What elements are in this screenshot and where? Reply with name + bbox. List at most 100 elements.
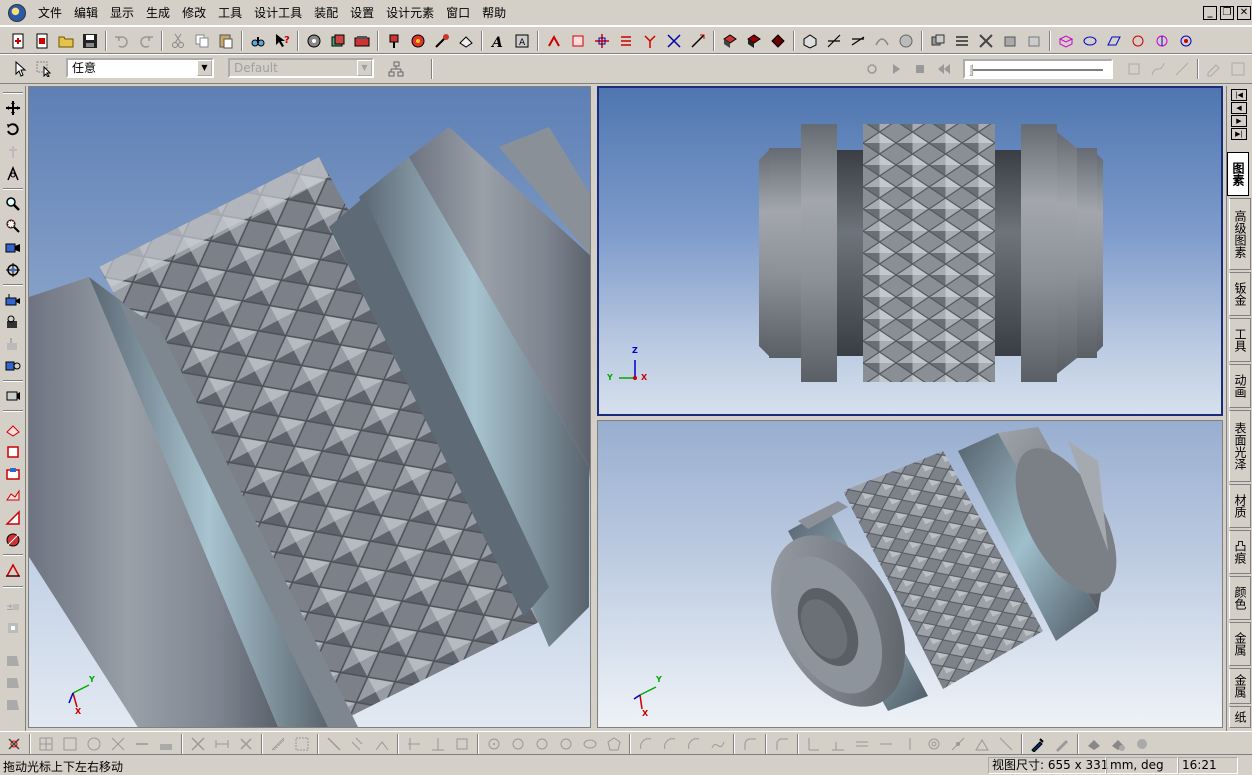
stop-icon[interactable] — [910, 59, 930, 79]
help-pointer-icon[interactable]: ? — [272, 31, 292, 51]
tab-shapes[interactable]: 图素 — [1227, 152, 1249, 196]
zoom-icon[interactable] — [3, 194, 23, 214]
sketch-extend-icon[interactable] — [132, 734, 152, 754]
anim-key-icon[interactable] — [1124, 59, 1144, 79]
menu-generate[interactable]: 生成 — [140, 3, 176, 23]
selection-filter-select[interactable]: 任意 ▼ — [66, 58, 214, 78]
save-icon[interactable] — [80, 31, 100, 51]
anim-path-icon[interactable] — [1148, 59, 1168, 79]
move-icon[interactable] — [592, 31, 612, 51]
sketch-polygon-icon[interactable] — [604, 734, 624, 754]
anim-edit-icon[interactable] — [1204, 59, 1224, 79]
sketch-ellipse-icon[interactable] — [580, 734, 600, 754]
texture-icon[interactable] — [408, 31, 428, 51]
box-select-icon[interactable] — [34, 59, 54, 79]
sketch-polyline-icon[interactable] — [372, 734, 392, 754]
paint-icon[interactable] — [384, 31, 404, 51]
sketch-cross-icon[interactable] — [188, 734, 208, 754]
tab-metal-textures[interactable]: 金属纹理 — [1229, 668, 1251, 704]
sketch-triball-icon[interactable] — [4, 734, 24, 754]
hierarchy-icon[interactable] — [386, 59, 406, 79]
triball-icon[interactable] — [568, 31, 588, 51]
split-icon[interactable] — [952, 31, 972, 51]
pen-icon[interactable] — [1052, 734, 1072, 754]
menu-file[interactable]: 文件 — [32, 3, 68, 23]
orbit-icon[interactable] — [3, 120, 23, 140]
sketch-coincident-icon[interactable] — [948, 734, 968, 754]
sketch-arc-icon[interactable] — [84, 734, 104, 754]
viewport-main[interactable]: Y X — [28, 86, 591, 728]
cut-icon[interactable] — [168, 31, 188, 51]
glass-icon[interactable] — [456, 31, 476, 51]
sketch-perp-icon[interactable] — [428, 734, 448, 754]
play-loop-icon[interactable] — [862, 59, 882, 79]
menu-edit[interactable]: 编辑 — [68, 3, 104, 23]
sketch-circle-tan-icon[interactable] — [556, 734, 576, 754]
anim-curve-icon[interactable] — [1172, 59, 1192, 79]
prev-tab-icon[interactable]: ◀ — [1231, 102, 1247, 114]
menu-modify[interactable]: 修改 — [176, 3, 212, 23]
view-target-icon[interactable] — [1176, 31, 1196, 51]
array-icon[interactable] — [640, 31, 660, 51]
render-icon[interactable] — [1084, 734, 1104, 754]
viewport-front[interactable]: Z Y X — [597, 86, 1223, 416]
look-at-icon[interactable] — [3, 238, 23, 258]
view-face-icon[interactable] — [3, 650, 23, 670]
select-pointer-icon[interactable] — [10, 59, 30, 79]
smart-catalog-icon[interactable] — [328, 31, 348, 51]
sketch-trim-icon[interactable] — [108, 734, 128, 754]
sketch-rect-icon[interactable] — [3, 442, 23, 462]
view-pan-icon[interactable] — [1104, 31, 1124, 51]
sketch-chamfer-icon[interactable] — [772, 734, 792, 754]
bump-icon[interactable] — [432, 31, 452, 51]
sketch-arc-tool-icon[interactable] — [636, 734, 656, 754]
slider-thumb[interactable] — [969, 64, 973, 76]
menu-design-tools[interactable]: 设计工具 — [248, 3, 308, 23]
sketch-horizontal-icon[interactable] — [876, 734, 896, 754]
sketch-stack-icon[interactable] — [156, 734, 176, 754]
view-point-icon[interactable] — [3, 694, 23, 714]
sketch-project-icon[interactable] — [292, 734, 312, 754]
scale-icon[interactable] — [688, 31, 708, 51]
camera-orbit-icon[interactable] — [3, 312, 23, 332]
sketch-offset-icon[interactable] — [268, 734, 288, 754]
camera-pan-icon[interactable] — [3, 290, 23, 310]
sketch-concentric-icon[interactable] — [924, 734, 944, 754]
next-tab-icon[interactable]: ▶ — [1231, 115, 1247, 127]
camera-walk-icon[interactable] — [3, 334, 23, 354]
grid-add-icon[interactable]: ± — [3, 596, 23, 616]
chevron-down-icon[interactable]: ▼ — [197, 60, 212, 76]
view-rotate-icon[interactable] — [1080, 31, 1100, 51]
sweep-icon[interactable] — [896, 31, 916, 51]
new-icon[interactable] — [8, 31, 28, 51]
last-tab-icon[interactable]: ▶| — [1231, 128, 1247, 140]
render-light-icon[interactable] — [1132, 734, 1152, 754]
menu-display[interactable]: 显示 — [104, 3, 140, 23]
union-icon[interactable] — [720, 31, 740, 51]
fillet-icon[interactable] — [824, 31, 844, 51]
sketch-spline-icon[interactable] — [708, 734, 728, 754]
view-zoom-icon[interactable] — [1128, 31, 1148, 51]
copy-icon[interactable] — [192, 31, 212, 51]
dimension-icon[interactable] — [3, 560, 23, 580]
tab-advanced-shapes[interactable]: 高级图素 — [1229, 198, 1251, 270]
style-select[interactable]: Default ▼ — [228, 58, 374, 78]
sketch-slope-icon[interactable] — [3, 508, 23, 528]
paste-icon[interactable] — [216, 31, 236, 51]
close-icon[interactable]: ✕ — [1237, 6, 1251, 20]
pan-icon[interactable] — [3, 98, 23, 118]
menu-help[interactable]: 帮助 — [476, 3, 512, 23]
sketch-vertical-icon[interactable] — [900, 734, 920, 754]
anim-props-icon[interactable] — [1228, 59, 1248, 79]
blend-icon[interactable] — [1024, 31, 1044, 51]
loft-icon[interactable] — [872, 31, 892, 51]
viewport-iso[interactable]: Y X — [597, 420, 1223, 728]
sketch-profile-icon[interactable] — [3, 486, 23, 506]
image-icon[interactable]: A — [512, 31, 532, 51]
view-fit-icon[interactable] — [1152, 31, 1172, 51]
render-settings-icon[interactable] — [1108, 734, 1128, 754]
sensor-icon[interactable] — [304, 31, 324, 51]
sketch-frame-icon[interactable] — [60, 734, 80, 754]
sketch-parallel-icon[interactable] — [804, 734, 824, 754]
tab-paper[interactable]: 纸 — [1229, 706, 1251, 728]
